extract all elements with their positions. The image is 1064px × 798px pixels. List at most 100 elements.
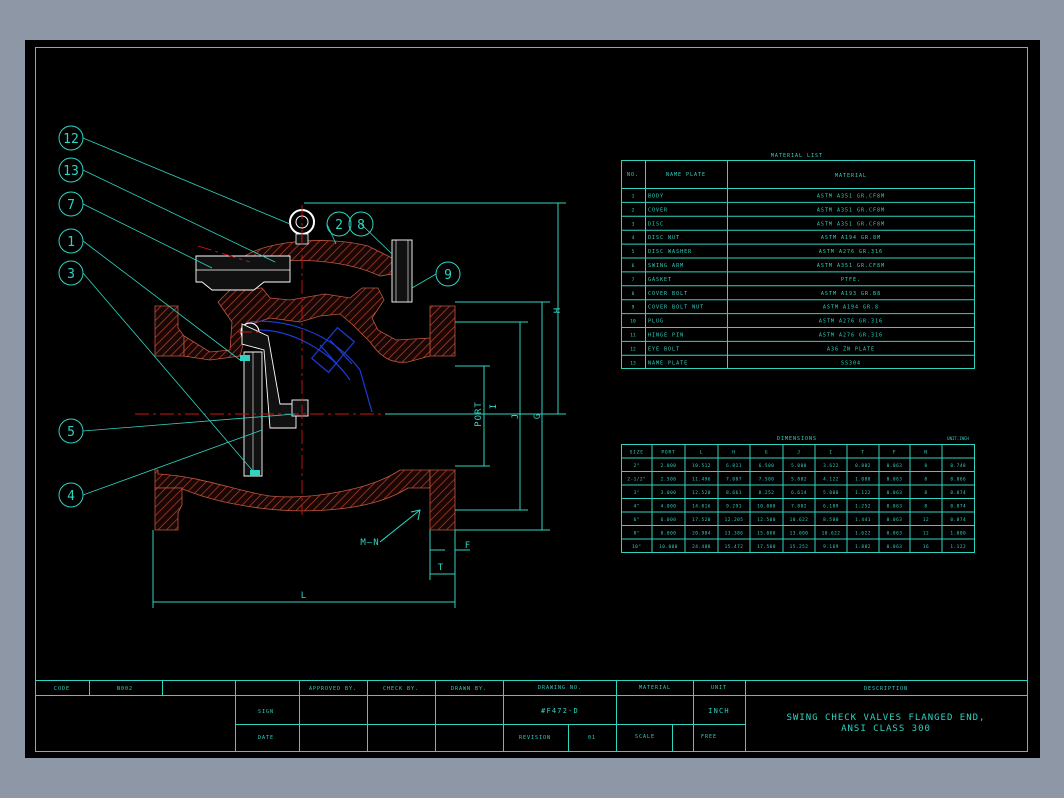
material-cell-name: DISC NUT <box>648 235 680 241</box>
material-cell-no: 13 <box>630 360 636 366</box>
material-cell-name: HINGE PIN <box>648 333 684 339</box>
material-cell-material: PTFE. <box>841 277 861 283</box>
svg-text:12: 12 <box>63 132 79 147</box>
dim-cell: 7.087 <box>726 477 742 483</box>
dim-J: J <box>511 413 521 419</box>
dim-cell: 5.882 <box>791 477 807 483</box>
dim-cell: 12 <box>923 517 929 523</box>
dim-header-cell: H <box>732 450 736 456</box>
dim-cell: 2.000 <box>661 463 677 469</box>
balloon-13: 13 <box>58 157 84 183</box>
dim-cell: 11.496 <box>692 477 711 483</box>
balloon-7: 7 <box>58 191 84 217</box>
dim-cell: 15.472 <box>725 544 744 550</box>
title-block-text: CODE N002 APPROVED BY. CHECK BY. DRAWN B… <box>54 685 985 741</box>
dim-H: H <box>553 307 563 313</box>
material-cell-no: 9 <box>632 305 635 311</box>
right-flange-section <box>429 305 456 531</box>
dim-cell: 0.063 <box>887 517 903 523</box>
material-cell-material: ASTM A351 GR.CF8M <box>817 194 885 200</box>
material-cell-material: ASTM A276 GR.316 <box>819 319 883 325</box>
material-cell-name: DISC <box>648 221 664 227</box>
dim-cell: 17.520 <box>692 517 711 523</box>
dim-cell: 3.000 <box>661 490 677 496</box>
dim-cell: 0.874 <box>950 490 966 496</box>
hinge-cap <box>195 255 291 291</box>
dim-header-cell: J <box>797 450 801 456</box>
drawing-no-label: DRAWING NO. <box>538 685 582 691</box>
dimensions-table: DIMENSIONS UNIT:INCH SIZE PORT L H G J I T F N 2"… <box>621 436 975 553</box>
dim-cell: 6.500 <box>759 463 775 469</box>
material-cell-material: ASTM A194 GR.8 <box>823 305 879 311</box>
material-cell-name: COVER BOLT <box>648 291 688 297</box>
dim-cell: 17.500 <box>757 544 776 550</box>
material-cell-material: ASTM A351 GR.CF8M <box>817 207 885 213</box>
revision-label: REVISION <box>519 735 551 741</box>
balloon-1: 1 <box>58 228 84 254</box>
dim-header-cell: PORT <box>661 450 675 456</box>
dim-cell: 12.520 <box>692 490 711 496</box>
drawing-border <box>35 47 1028 752</box>
balloon-4: 4 <box>58 482 84 508</box>
dim-cell: 20.984 <box>692 531 711 537</box>
dim-cell: 3.622 <box>823 463 839 469</box>
dim-cell: 8.500 <box>823 517 839 523</box>
dim-header-cell: F <box>893 450 897 456</box>
dim-cell: 4" <box>634 504 640 510</box>
dim-cell: 12.500 <box>757 517 776 523</box>
dim-cell: 0.063 <box>887 504 903 510</box>
code-label: CODE <box>54 686 70 692</box>
dim-cell: 10.622 <box>790 517 809 523</box>
dim-I: I <box>489 403 499 409</box>
dim-cell: 7.500 <box>759 477 775 483</box>
dim-cell: 10" <box>632 544 641 550</box>
material-cell-name: SWING ARM <box>648 263 684 269</box>
description-line2: ANSI CLASS 300 <box>841 724 931 734</box>
svg-text:2: 2 <box>335 218 343 233</box>
dim-cell: 8 <box>924 463 927 469</box>
dim-cell: 9.291 <box>726 504 742 510</box>
material-cell-no: 3 <box>632 221 635 227</box>
drawing-sheet: 12 13 7 1 3 5 4 2 8 9 H G J I PORT L T F… <box>25 40 1040 758</box>
balloon-12: 12 <box>58 125 84 151</box>
dim-cell: 8.661 <box>726 490 742 496</box>
dim-header-cell: N <box>924 450 928 456</box>
dim-cell: 6.811 <box>726 463 742 469</box>
svg-text:1: 1 <box>67 235 75 250</box>
dim-cell: 0.063 <box>887 544 903 550</box>
material-header-no: NO. <box>627 172 639 178</box>
dim-MN: M–N <box>360 538 379 548</box>
dim-port: PORT <box>474 401 484 427</box>
dim-cell: 7.882 <box>791 504 807 510</box>
dim-cell: 13.000 <box>790 531 809 537</box>
dim-cell: 10.000 <box>659 544 678 550</box>
material-cell-material: A36 ZN PLATE <box>827 346 875 352</box>
svg-text:7: 7 <box>67 198 75 213</box>
dim-cell: 13.386 <box>725 531 744 537</box>
dim-cell: 0.874 <box>950 504 966 510</box>
material-cell-name: NAME PLATE <box>648 360 688 366</box>
material-list-title: MATERIAL LIST <box>771 153 823 159</box>
dim-cell: 14.016 <box>692 504 711 510</box>
dim-cell: 1.122 <box>855 490 871 496</box>
balloon-9: 9 <box>435 261 461 287</box>
material-cell-name: PLUG <box>648 319 664 325</box>
material-cell-no: 10 <box>630 319 636 325</box>
material-cell-material: ASTM A351 GR.CF8M <box>817 263 885 269</box>
dim-cell: 1.000 <box>855 477 871 483</box>
dim-cell: 0.866 <box>950 477 966 483</box>
description-label: DESCRIPTION <box>864 686 908 692</box>
dim-F: F <box>465 541 471 551</box>
dim-cell: 1.122 <box>950 544 966 550</box>
material-header-material: MATERIAL <box>835 173 867 179</box>
dim-T: T <box>438 563 444 573</box>
material-cell-material: ASTM A351 GR.CF8M <box>817 221 885 227</box>
dim-header-cell: L <box>700 450 704 456</box>
unit-value: INCH <box>708 707 730 715</box>
dim-cell: 2" <box>634 463 640 469</box>
material-cell-no: 12 <box>630 346 636 352</box>
dim-cell: 12 <box>923 531 929 537</box>
dim-cell: 2-1/2" <box>627 477 646 483</box>
revision-value: 01 <box>588 735 596 741</box>
material-cell-name: DISC WASHER <box>648 249 692 255</box>
